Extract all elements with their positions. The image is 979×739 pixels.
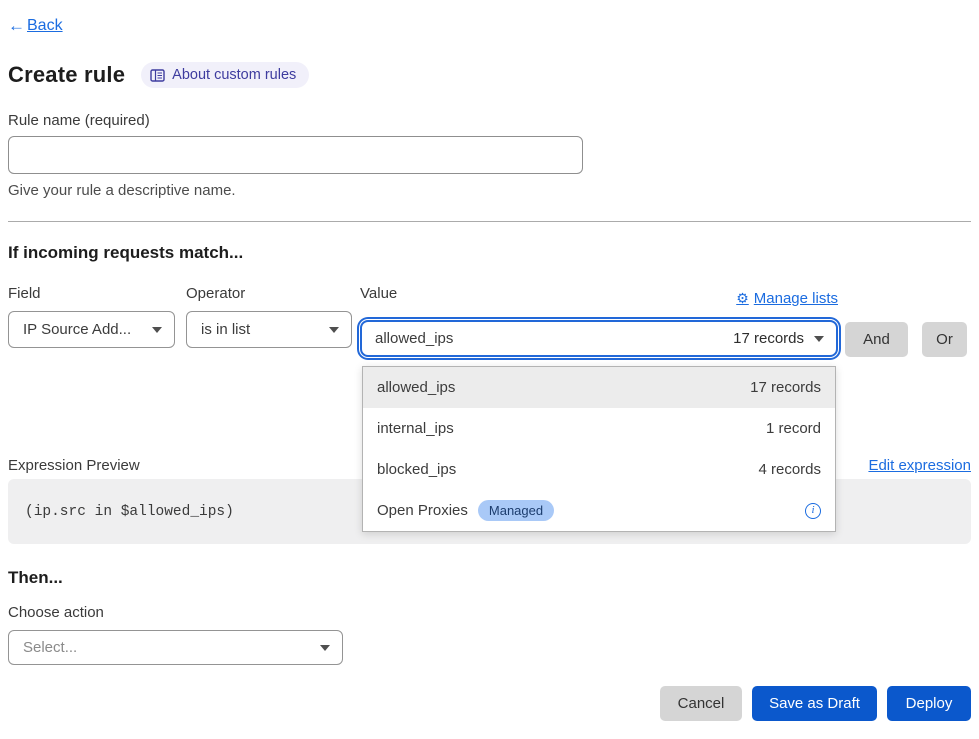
and-or-buttons: And Or bbox=[845, 322, 967, 357]
list-item-allowed-ips[interactable]: allowed_ips 17 records bbox=[363, 367, 835, 408]
about-custom-rules-badge[interactable]: About custom rules bbox=[141, 62, 309, 88]
list-item-internal-ips[interactable]: internal_ips 1 record bbox=[363, 408, 835, 449]
create-rule-page: ←Back Create rule About custom rules Rul… bbox=[0, 0, 979, 739]
expression-preview-label: Expression Preview bbox=[8, 457, 140, 474]
manage-lists-label: Manage lists bbox=[754, 290, 838, 307]
info-icon[interactable]: i bbox=[805, 503, 821, 519]
value-column: Value ⚙ Manage lists allowed_ips 17 reco… bbox=[360, 285, 838, 357]
field-select-value: IP Source Add... bbox=[23, 321, 131, 338]
edit-expression-link[interactable]: Edit expression bbox=[868, 457, 971, 474]
value-select[interactable]: allowed_ips 17 records bbox=[360, 320, 838, 357]
field-label: Field bbox=[8, 285, 175, 302]
choose-action-label: Choose action bbox=[8, 604, 979, 621]
list-item-meta: 4 records bbox=[758, 461, 821, 478]
list-item-name: Open Proxies bbox=[377, 502, 468, 519]
value-label: Value bbox=[360, 285, 397, 302]
field-select[interactable]: IP Source Add... bbox=[8, 311, 175, 348]
gear-icon: ⚙ bbox=[736, 290, 749, 307]
list-item-name: blocked_ips bbox=[377, 461, 456, 478]
value-select-right: 17 records bbox=[733, 330, 824, 347]
back-link[interactable]: ←Back bbox=[8, 16, 63, 36]
match-controls-row: Field IP Source Add... Operator is in li… bbox=[8, 285, 979, 357]
rule-name-label: Rule name (required) bbox=[8, 112, 979, 129]
back-link-label: Back bbox=[27, 17, 63, 35]
value-label-row: Value ⚙ Manage lists bbox=[360, 285, 838, 311]
list-item-blocked-ips[interactable]: blocked_ips 4 records bbox=[363, 449, 835, 490]
cancel-button[interactable]: Cancel bbox=[660, 686, 742, 721]
list-dropdown-panel: allowed_ips 17 records internal_ips 1 re… bbox=[362, 366, 836, 532]
match-section-heading: If incoming requests match... bbox=[8, 243, 979, 263]
deploy-button[interactable]: Deploy bbox=[887, 686, 971, 721]
chevron-down-icon bbox=[320, 645, 330, 651]
chevron-down-icon bbox=[814, 336, 824, 342]
and-button[interactable]: And bbox=[845, 322, 908, 357]
manage-lists-link[interactable]: ⚙ Manage lists bbox=[736, 290, 838, 307]
then-section-heading: Then... bbox=[8, 568, 979, 588]
list-item-name: internal_ips bbox=[377, 420, 454, 437]
list-item-open-proxies[interactable]: Open Proxies Managed i bbox=[363, 490, 835, 531]
action-select-placeholder: Select... bbox=[23, 639, 77, 656]
list-item-left: Open Proxies Managed bbox=[377, 500, 554, 521]
list-item-name: allowed_ips bbox=[377, 379, 455, 396]
value-select-records: 17 records bbox=[733, 330, 804, 347]
expression-code: (ip.src in $allowed_ips) bbox=[25, 504, 234, 520]
operator-select[interactable]: is in list bbox=[186, 311, 352, 348]
field-column: Field IP Source Add... bbox=[8, 285, 175, 348]
operator-label: Operator bbox=[186, 285, 352, 302]
back-arrow-icon: ← bbox=[8, 16, 25, 36]
list-item-meta: 1 record bbox=[766, 420, 821, 437]
book-icon bbox=[150, 69, 165, 82]
or-button[interactable]: Or bbox=[922, 322, 967, 357]
rule-name-input[interactable] bbox=[8, 136, 583, 174]
chevron-down-icon bbox=[329, 327, 339, 333]
section-divider bbox=[8, 221, 971, 222]
list-item-meta: 17 records bbox=[750, 379, 821, 396]
operator-select-value: is in list bbox=[201, 321, 250, 338]
operator-column: Operator is in list bbox=[186, 285, 352, 348]
about-badge-label: About custom rules bbox=[172, 67, 296, 83]
action-select[interactable]: Select... bbox=[8, 630, 343, 665]
managed-badge: Managed bbox=[478, 500, 554, 521]
save-as-draft-button[interactable]: Save as Draft bbox=[752, 686, 877, 721]
rule-name-helper-text: Give your rule a descriptive name. bbox=[8, 182, 979, 199]
title-row: Create rule About custom rules bbox=[8, 62, 979, 88]
page-title: Create rule bbox=[8, 62, 125, 88]
footer-actions: Cancel Save as Draft Deploy bbox=[0, 686, 971, 721]
value-select-selected: allowed_ips bbox=[375, 330, 453, 347]
chevron-down-icon bbox=[152, 327, 162, 333]
